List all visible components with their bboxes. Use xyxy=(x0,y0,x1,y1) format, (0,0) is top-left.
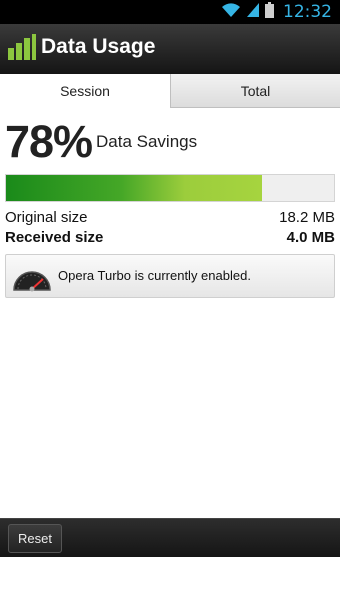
page-title: Data Usage xyxy=(41,35,156,58)
reset-button[interactable]: Reset xyxy=(8,524,62,553)
savings-progress-fill xyxy=(6,175,262,201)
bottom-bar: Reset xyxy=(0,518,340,557)
status-time: 12:32 xyxy=(283,2,332,22)
turbo-status-box: Opera Turbo is currently enabled. xyxy=(5,254,335,298)
turbo-status-text: Opera Turbo is currently enabled. xyxy=(58,268,251,283)
received-size-label: Received size xyxy=(5,229,104,246)
action-bar: Data Usage xyxy=(0,24,340,74)
bar-chart-icon xyxy=(8,34,36,65)
tab-session[interactable]: Session xyxy=(0,74,170,108)
original-size-value: 18.2 MB xyxy=(279,209,335,226)
original-size-label: Original size xyxy=(5,209,88,226)
wifi-icon xyxy=(221,2,241,23)
battery-icon xyxy=(265,1,274,23)
received-size-value: 4.0 MB xyxy=(286,229,335,246)
signal-icon xyxy=(246,2,260,23)
speedometer-icon xyxy=(12,260,52,299)
tab-total[interactable]: Total xyxy=(170,74,340,108)
savings-percent: 78% xyxy=(5,116,93,167)
status-icons: 12:32 xyxy=(221,0,332,24)
savings-label: Data Savings xyxy=(96,132,198,151)
original-size-row: Original size 18.2 MB xyxy=(5,209,335,226)
savings-progress-bar xyxy=(5,174,335,202)
status-bar: 12:32 xyxy=(0,0,340,24)
received-size-row: Received size 4.0 MB xyxy=(5,229,335,246)
tab-bar: Session Total xyxy=(0,74,340,108)
